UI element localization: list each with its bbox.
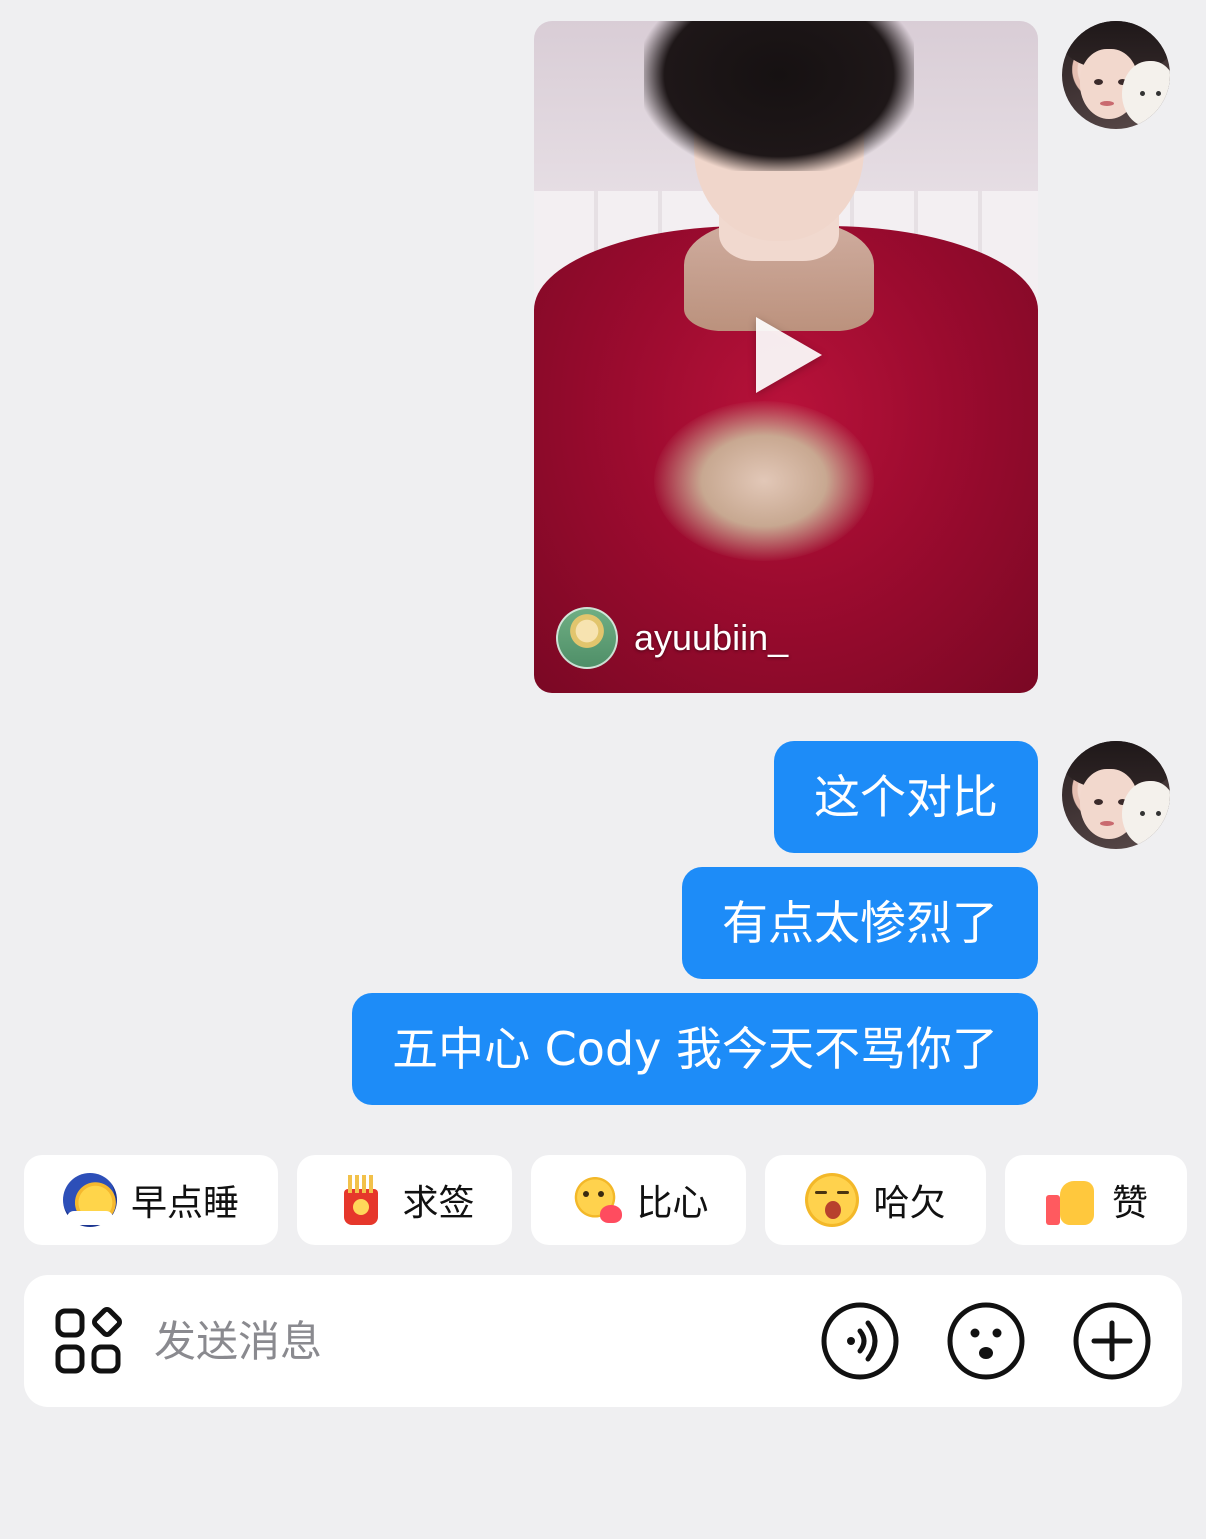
message-bubble[interactable]: 五中心 Cody 我今天不骂你了 [352,993,1038,1105]
avatar-lips [1100,101,1114,106]
emoji-icon[interactable] [946,1301,1026,1381]
plus-icon[interactable] [1072,1301,1152,1381]
message-composer [24,1275,1182,1407]
quick-reply-chip[interactable]: 比心 [531,1155,746,1245]
shared-video-card[interactable]: ayuubiin_ [534,21,1038,693]
quick-reply-label: 哈欠 [873,1183,946,1224]
quick-reply-chip[interactable]: 哈欠 [765,1155,986,1245]
message-input[interactable] [154,1301,794,1381]
quick-reply-label: 比心 [636,1183,709,1224]
voice-icon[interactable] [820,1301,900,1381]
quick-reply-label: 求签 [402,1183,475,1224]
avatar-plush-toy [1122,61,1170,127]
avatar-plush-toy [1122,781,1170,847]
video-author-avatar[interactable] [556,607,618,669]
quick-reply-label: 早点睡 [130,1183,239,1224]
fortune-sticks-icon [334,1173,388,1227]
avatar-lips [1100,821,1114,826]
video-thumbnail-embroidery [654,401,874,561]
message-bubble[interactable]: 这个对比 [774,741,1038,853]
my-avatar[interactable] [1062,741,1170,849]
play-icon[interactable] [756,317,822,393]
yawn-face-icon [805,1173,860,1227]
quick-reply-chip[interactable]: 早点睡 [24,1155,278,1245]
message-bubble[interactable]: 有点太惨烈了 [682,867,1038,979]
quick-reply-chip[interactable]: 赞 [1005,1155,1187,1245]
sleep-moon-icon [62,1173,117,1227]
my-avatar[interactable] [1062,21,1170,129]
heart-hands-icon [568,1173,623,1227]
avatar-eye [1094,799,1103,805]
thumbs-up-icon [1044,1173,1098,1227]
quick-reply-label: 赞 [1111,1183,1148,1224]
quick-reply-chip[interactable]: 求签 [297,1155,512,1245]
video-thumbnail-hair [644,21,914,171]
video-author-name[interactable]: ayuubiin_ [634,617,788,659]
avatar-eye [1094,79,1103,85]
apps-icon[interactable] [54,1307,124,1377]
